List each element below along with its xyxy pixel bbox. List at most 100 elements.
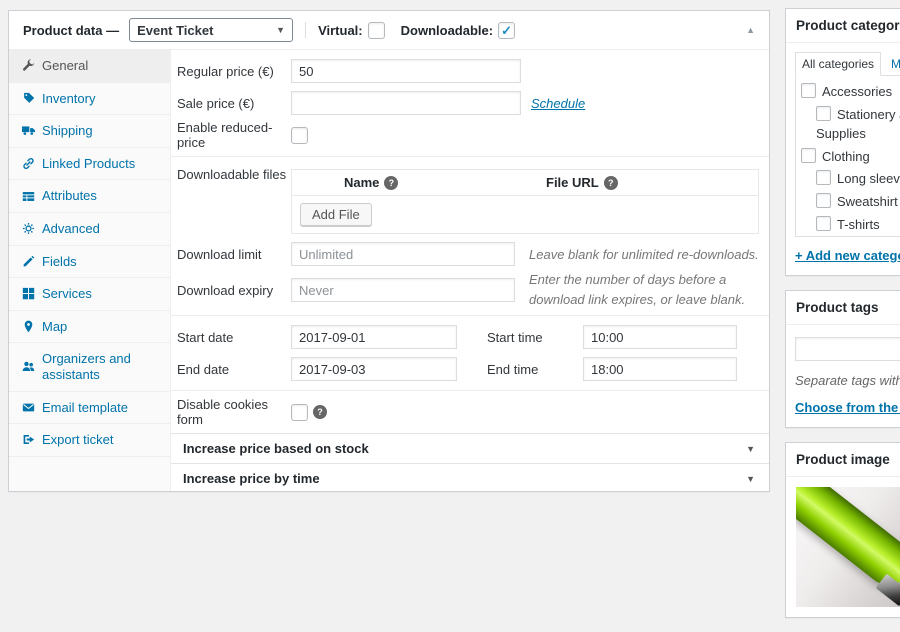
downloadable-files-table: Name File URL Add File	[291, 169, 759, 234]
help-icon[interactable]	[604, 176, 618, 190]
categories-box-title: Product categories	[786, 9, 900, 43]
export-icon	[21, 433, 35, 446]
tags-description: Separate tags with commas	[795, 373, 900, 388]
tab-attributes[interactable]: Attributes	[9, 180, 170, 213]
product-tags-input[interactable]	[795, 337, 900, 361]
tab-export-ticket[interactable]: Export ticket	[9, 424, 170, 457]
virtual-checkbox[interactable]	[368, 22, 385, 39]
product-type-value: Event Ticket	[137, 23, 213, 38]
category-label: Long sleeve	[837, 171, 900, 186]
download-limit-input[interactable]	[291, 242, 515, 266]
product-data-panel: Product data — Event Ticket Virtual: Dow…	[8, 10, 770, 492]
downloadable-files-label: Downloadable files	[177, 167, 291, 182]
sale-price-input[interactable]	[291, 91, 521, 115]
add-file-button[interactable]: Add File	[300, 203, 372, 226]
tab-email-template[interactable]: Email template	[9, 392, 170, 425]
disable-cookies-checkbox[interactable]	[291, 404, 308, 421]
downloadable-label: Downloadable:	[401, 23, 493, 38]
tab-label: Export ticket	[42, 432, 114, 448]
category-checkbox[interactable]	[801, 148, 816, 163]
tab-shipping[interactable]: Shipping	[9, 115, 170, 148]
category-label: Accessories	[822, 84, 892, 99]
map-pin-icon	[21, 320, 35, 333]
download-limit-label: Download limit	[177, 247, 291, 262]
download-expiry-description: Enter the number of days before a downlo…	[529, 270, 753, 310]
regular-price-label: Regular price (€)	[177, 64, 291, 79]
tab-fields[interactable]: Fields	[9, 246, 170, 279]
downloadable-checkbox[interactable]	[498, 22, 515, 39]
category-checkbox[interactable]	[816, 216, 831, 231]
image-box-title: Product image	[786, 443, 900, 477]
category-item: T-shirts	[801, 216, 900, 235]
tab-label: General	[42, 58, 88, 74]
regular-price-input[interactable]	[291, 59, 521, 83]
tab-label: Email template	[42, 400, 128, 416]
pencil-icon	[21, 255, 35, 268]
category-item: Stationery and Supplies	[801, 106, 900, 144]
product-data-tabs: General Inventory Shipping Linked Produc…	[9, 50, 171, 491]
tab-inventory[interactable]: Inventory	[9, 83, 170, 116]
download-expiry-label: Download expiry	[177, 283, 291, 298]
enable-reduced-price-checkbox[interactable]	[291, 127, 308, 144]
files-col-url: File URL	[546, 175, 599, 190]
choose-most-used-link[interactable]: Choose from the most used tags	[795, 400, 900, 415]
product-type-select[interactable]: Event Ticket	[129, 18, 293, 42]
category-checkbox[interactable]	[801, 83, 816, 98]
product-image-box: Product image	[785, 442, 900, 618]
product-data-header: Product data — Event Ticket Virtual: Dow…	[9, 11, 769, 50]
start-date-input[interactable]	[291, 325, 457, 349]
tab-label: Services	[42, 286, 92, 302]
end-time-label: End time	[487, 362, 583, 377]
category-item: Long sleeve	[801, 170, 900, 189]
panel-title: Product data —	[23, 23, 119, 38]
end-date-input[interactable]	[291, 357, 457, 381]
right-sidebar: Product categories All categories Most Us…	[785, 8, 900, 632]
tab-label: Attributes	[42, 188, 97, 204]
gear-icon	[21, 222, 35, 235]
general-tab-content: Regular price (€) Sale price (€) Schedul…	[171, 50, 769, 491]
tab-most-used[interactable]: Most Used	[885, 53, 900, 75]
help-icon[interactable]	[313, 405, 327, 419]
tab-general[interactable]: General	[9, 50, 170, 83]
tab-organizers[interactable]: Organizers and assistants	[9, 343, 170, 391]
category-checkbox[interactable]	[816, 170, 831, 185]
link-icon	[21, 157, 35, 170]
tab-advanced[interactable]: Advanced	[9, 213, 170, 246]
grid-icon	[21, 287, 35, 300]
people-icon	[21, 360, 35, 373]
accordion-increase-price-stock[interactable]: Increase price based on stock	[171, 433, 769, 463]
category-label: Sweatshirt	[837, 194, 898, 209]
disable-cookies-label: Disable cookies form	[177, 397, 291, 427]
download-expiry-input[interactable]	[291, 278, 515, 302]
category-checkbox[interactable]	[816, 193, 831, 208]
tab-label: Inventory	[42, 91, 95, 107]
category-item: Sweatshirt	[801, 193, 900, 212]
chevron-down-icon	[746, 474, 755, 484]
chevron-down-icon	[276, 25, 285, 35]
download-limit-description: Leave blank for unlimited re-downloads.	[529, 247, 759, 262]
tab-label: Linked Products	[42, 156, 135, 172]
accordion-increase-price-time[interactable]: Increase price by time	[171, 463, 769, 491]
category-checklist: Accessories Stationery and Supplies Clot…	[795, 75, 900, 237]
product-image-thumbnail[interactable]	[796, 487, 900, 607]
product-categories-box: Product categories All categories Most Us…	[785, 8, 900, 276]
category-label: T-shirts	[837, 217, 880, 232]
tab-label: Map	[42, 319, 67, 335]
virtual-label: Virtual:	[318, 23, 363, 38]
sale-price-label: Sale price (€)	[177, 96, 291, 111]
tab-services[interactable]: Services	[9, 278, 170, 311]
schedule-link[interactable]: Schedule	[531, 96, 585, 111]
tab-map[interactable]: Map	[9, 311, 170, 344]
collapse-panel-icon[interactable]	[746, 25, 769, 35]
end-time-input[interactable]	[583, 357, 737, 381]
files-col-name: Name	[344, 175, 379, 190]
start-time-input[interactable]	[583, 325, 737, 349]
category-item: Clothing	[801, 148, 900, 167]
tab-linked-products[interactable]: Linked Products	[9, 148, 170, 181]
help-icon[interactable]	[384, 176, 398, 190]
tab-all-categories[interactable]: All categories	[795, 52, 881, 76]
category-checkbox[interactable]	[816, 106, 831, 121]
category-label: Clothing	[822, 149, 870, 164]
table-icon	[21, 190, 35, 203]
add-new-category-link[interactable]: + Add new category	[795, 248, 900, 263]
